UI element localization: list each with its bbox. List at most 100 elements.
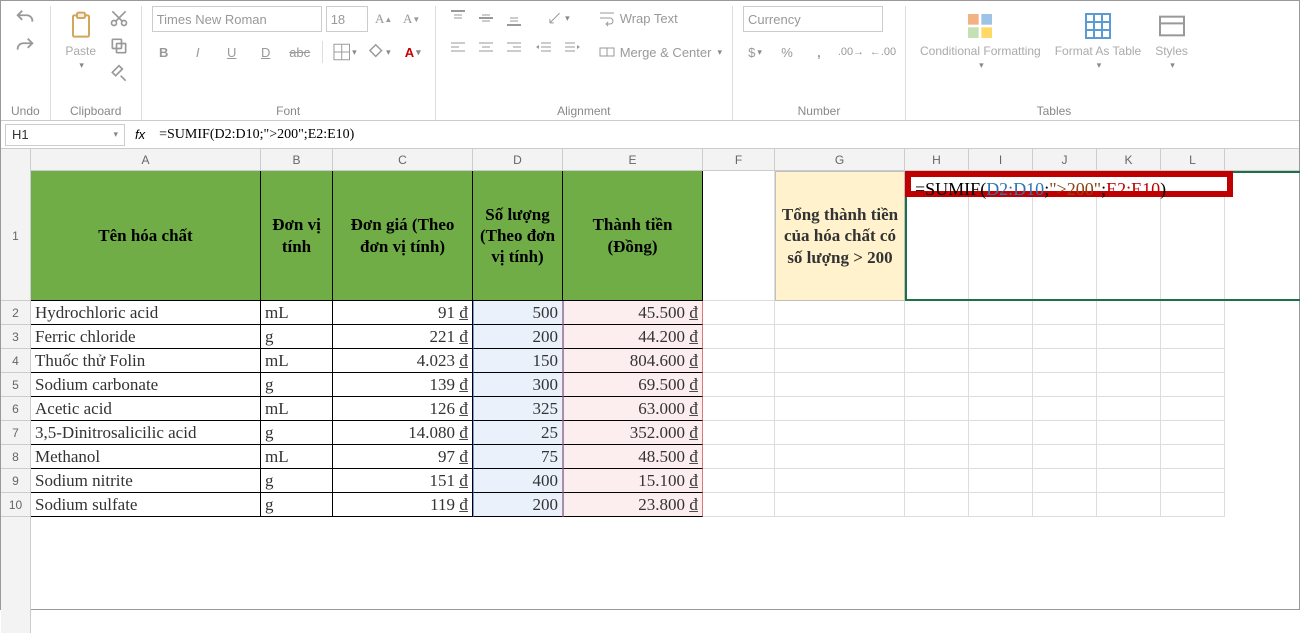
col-header[interactable]: B <box>261 149 333 170</box>
underline-button[interactable]: U <box>220 40 244 64</box>
cell[interactable] <box>1161 301 1225 325</box>
table-header[interactable]: Thành tiền (Đồng) <box>563 171 703 301</box>
cell[interactable] <box>703 301 775 325</box>
font-size-select[interactable] <box>326 6 368 32</box>
styles-button[interactable]: Styles▾ <box>1151 6 1192 75</box>
cell[interactable] <box>703 349 775 373</box>
formula-input[interactable] <box>155 124 1295 146</box>
cell[interactable]: 352.000 ₫ <box>563 421 703 445</box>
cell[interactable] <box>969 349 1033 373</box>
cell[interactable]: Ferric chloride <box>31 325 261 349</box>
cell[interactable] <box>1097 373 1161 397</box>
cell[interactable] <box>703 397 775 421</box>
cell[interactable] <box>969 397 1033 421</box>
align-left-button[interactable] <box>446 36 470 60</box>
cell[interactable]: g <box>261 469 333 493</box>
cell[interactable] <box>969 373 1033 397</box>
cell[interactable] <box>905 301 969 325</box>
cell[interactable] <box>1097 301 1161 325</box>
wrap-text-button[interactable]: Wrap Text <box>598 6 678 30</box>
col-header[interactable]: D <box>473 149 563 170</box>
increase-indent-button[interactable] <box>560 36 584 60</box>
redo-button[interactable] <box>13 34 37 58</box>
cell[interactable] <box>969 301 1033 325</box>
fill-color-button[interactable]: ▾ <box>367 40 391 64</box>
cell[interactable]: Acetic acid <box>31 397 261 421</box>
table-header[interactable]: Đơn giá (Theo đơn vị tính) <box>333 171 473 301</box>
cell[interactable] <box>1033 397 1097 421</box>
formula-edit-cell[interactable]: =SUMIF(D2:D10;">200";E2:E10) <box>905 171 1233 197</box>
borders-button[interactable]: ▾ <box>333 40 357 64</box>
col-header[interactable]: K <box>1097 149 1161 170</box>
cell[interactable] <box>1161 325 1225 349</box>
align-bottom-button[interactable] <box>502 6 526 30</box>
col-header[interactable]: G <box>775 149 905 170</box>
cell[interactable] <box>1033 349 1097 373</box>
cell[interactable] <box>703 373 775 397</box>
cell[interactable]: 14.080 ₫ <box>333 421 473 445</box>
cell[interactable] <box>969 493 1033 517</box>
cell[interactable]: 325 <box>473 397 563 421</box>
col-header[interactable]: I <box>969 149 1033 170</box>
row-header[interactable]: 1 <box>1 171 30 301</box>
cell[interactable] <box>905 373 969 397</box>
cell[interactable]: 151 ₫ <box>333 469 473 493</box>
undo-button[interactable] <box>13 6 37 30</box>
fx-icon[interactable]: fx <box>135 127 145 142</box>
row-header[interactable]: 3 <box>1 325 30 349</box>
cell[interactable] <box>1161 445 1225 469</box>
cell[interactable] <box>703 445 775 469</box>
cell[interactable]: mL <box>261 349 333 373</box>
cell[interactable]: 15.100 ₫ <box>563 469 703 493</box>
table-header[interactable]: Số lượng (Theo đơn vị tính) <box>473 171 563 301</box>
cell[interactable] <box>1033 445 1097 469</box>
cell[interactable]: 91 ₫ <box>333 301 473 325</box>
row-header[interactable]: 8 <box>1 445 30 469</box>
cell[interactable]: 400 <box>473 469 563 493</box>
decrease-decimal-button[interactable]: ←.00 <box>871 40 895 64</box>
cell[interactable] <box>1097 469 1161 493</box>
cell[interactable] <box>905 493 969 517</box>
bold-button[interactable]: B <box>152 40 176 64</box>
align-middle-button[interactable] <box>474 6 498 30</box>
cell[interactable] <box>703 421 775 445</box>
cell[interactable]: 300 <box>473 373 563 397</box>
cell[interactable]: Sodium carbonate <box>31 373 261 397</box>
cell[interactable] <box>1033 373 1097 397</box>
cell[interactable] <box>1097 325 1161 349</box>
col-header[interactable]: H <box>905 149 969 170</box>
cell[interactable] <box>1033 325 1097 349</box>
cell[interactable]: Methanol <box>31 445 261 469</box>
cell[interactable]: 69.500 ₫ <box>563 373 703 397</box>
cell[interactable] <box>1161 421 1225 445</box>
cell[interactable]: 97 ₫ <box>333 445 473 469</box>
align-right-button[interactable] <box>502 36 526 60</box>
cell[interactable]: 119 ₫ <box>333 493 473 517</box>
cell[interactable] <box>969 421 1033 445</box>
strikethrough-button[interactable]: abc <box>288 40 312 64</box>
cell[interactable] <box>905 421 969 445</box>
cell[interactable] <box>969 469 1033 493</box>
cell[interactable]: g <box>261 373 333 397</box>
cell[interactable] <box>905 445 969 469</box>
cell[interactable] <box>775 421 905 445</box>
cell[interactable] <box>703 469 775 493</box>
comma-button[interactable]: , <box>807 40 831 64</box>
font-name-select[interactable] <box>152 6 322 32</box>
cell[interactable]: g <box>261 493 333 517</box>
cell[interactable]: 221 ₫ <box>333 325 473 349</box>
cell[interactable] <box>703 171 775 301</box>
increase-font-button[interactable]: A▲ <box>372 7 396 31</box>
merge-center-button[interactable]: Merge & Center▾ <box>598 40 722 64</box>
cell[interactable]: mL <box>261 301 333 325</box>
col-header[interactable]: E <box>563 149 703 170</box>
cell[interactable] <box>775 445 905 469</box>
align-center-button[interactable] <box>474 36 498 60</box>
cell[interactable]: 200 <box>473 325 563 349</box>
cell[interactable] <box>775 469 905 493</box>
cell[interactable] <box>775 373 905 397</box>
name-box[interactable]: H1 ▾ <box>5 124 125 146</box>
col-header[interactable]: L <box>1161 149 1225 170</box>
row-header[interactable]: 2 <box>1 301 30 325</box>
row-header[interactable]: 9 <box>1 469 30 493</box>
